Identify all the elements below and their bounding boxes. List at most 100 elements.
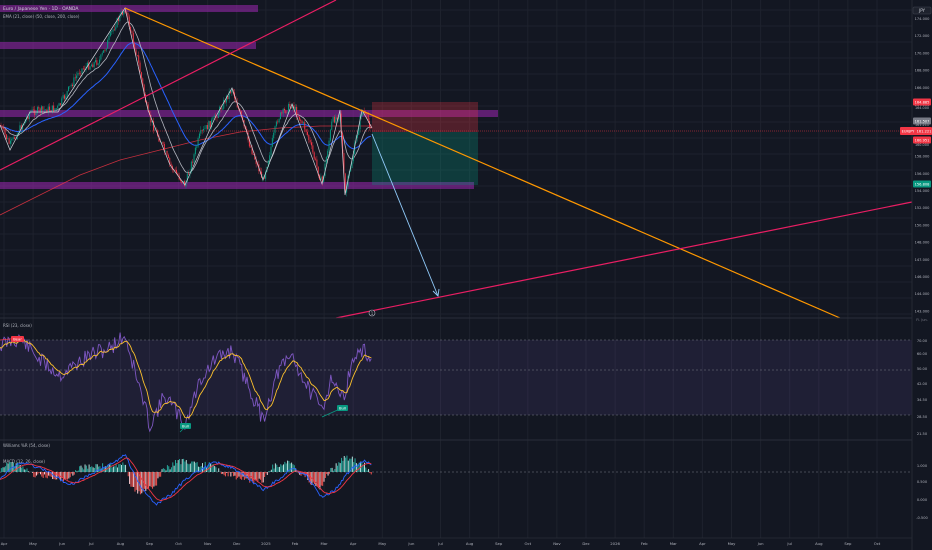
candle[interactable] [53, 105, 55, 112]
candle[interactable] [68, 86, 69, 92]
candle[interactable] [139, 62, 141, 73]
candle[interactable] [306, 131, 308, 135]
candle[interactable] [284, 108, 285, 111]
position-target-zone[interactable] [372, 132, 478, 185]
chart-workspace[interactable]: 1 Euro / Japanese Yen · 1D · OANDA EMA (… [0, 0, 932, 550]
candle[interactable] [282, 108, 284, 114]
candle[interactable] [302, 122, 304, 124]
candle[interactable] [333, 116, 335, 123]
candle[interactable] [109, 32, 111, 37]
candle[interactable] [101, 52, 103, 55]
candle[interactable] [57, 105, 59, 109]
candle[interactable] [66, 91, 68, 97]
candle[interactable] [49, 106, 51, 111]
candle[interactable] [111, 31, 113, 33]
candle[interactable] [328, 140, 330, 151]
candle[interactable] [279, 112, 281, 120]
candle[interactable] [162, 142, 164, 144]
candle[interactable] [35, 113, 37, 116]
candle[interactable] [115, 27, 117, 30]
candle[interactable] [304, 122, 306, 130]
candle[interactable] [358, 129, 360, 135]
candle[interactable] [127, 12, 129, 17]
candle[interactable] [205, 125, 207, 129]
candle[interactable] [45, 109, 47, 111]
candle[interactable] [198, 133, 200, 139]
candle[interactable] [271, 138, 273, 147]
candle[interactable] [188, 173, 190, 175]
candle[interactable] [43, 109, 45, 111]
candle[interactable] [140, 72, 142, 79]
candle[interactable] [203, 128, 204, 131]
candle[interactable] [31, 109, 33, 112]
candle[interactable] [73, 77, 75, 87]
candle[interactable] [136, 55, 138, 56]
candle[interactable] [74, 77, 76, 79]
candle[interactable] [193, 154, 195, 163]
candle[interactable] [332, 116, 334, 122]
candle[interactable] [11, 138, 13, 141]
candle[interactable] [277, 121, 279, 123]
candle[interactable] [312, 145, 314, 153]
ema-legend[interactable]: EMA (21, close) (50, close, 200, close) [3, 14, 80, 19]
candle[interactable] [212, 117, 214, 120]
candle[interactable] [274, 126, 276, 133]
candle[interactable] [123, 10, 125, 15]
candle[interactable] [90, 64, 92, 67]
candle[interactable] [305, 129, 307, 132]
candle[interactable] [252, 154, 254, 155]
candle[interactable] [103, 50, 105, 53]
candle[interactable] [100, 54, 102, 60]
candle[interactable] [196, 146, 198, 148]
candle[interactable] [204, 128, 206, 130]
candle[interactable] [207, 125, 209, 130]
candle[interactable] [278, 119, 280, 123]
candle[interactable] [41, 106, 42, 113]
candle[interactable] [92, 64, 94, 68]
candle[interactable] [96, 60, 98, 65]
candle[interactable] [201, 130, 203, 131]
candle[interactable] [275, 121, 277, 127]
candle[interactable] [365, 113, 366, 114]
candle[interactable] [61, 98, 63, 105]
candle[interactable] [325, 156, 327, 164]
symbol-title[interactable]: Euro / Japanese Yen · 1D · OANDA [3, 6, 79, 12]
candle[interactable] [112, 29, 114, 32]
candle[interactable] [297, 116, 299, 117]
candle[interactable] [70, 84, 72, 86]
candle[interactable] [294, 106, 296, 110]
candle[interactable] [320, 176, 322, 180]
candle[interactable] [82, 68, 84, 70]
candle[interactable] [12, 137, 14, 139]
candle[interactable] [59, 103, 61, 105]
candle[interactable] [78, 72, 80, 74]
candle[interactable] [97, 63, 99, 65]
candle[interactable] [138, 55, 140, 63]
candle[interactable] [301, 120, 303, 124]
candle[interactable] [208, 121, 210, 130]
candle[interactable] [221, 108, 223, 110]
candle[interactable] [80, 73, 82, 75]
candle[interactable] [69, 85, 71, 87]
candle[interactable] [281, 112, 283, 114]
candle[interactable] [327, 150, 329, 157]
currency-badge[interactable]: JPY [912, 6, 932, 15]
candle[interactable] [7, 138, 9, 140]
candle[interactable] [309, 139, 311, 143]
candle[interactable] [95, 60, 96, 63]
candle[interactable] [154, 129, 156, 131]
candle[interactable] [81, 68, 83, 74]
candle[interactable] [270, 146, 272, 156]
candle[interactable] [315, 158, 317, 160]
candle[interactable] [286, 112, 288, 114]
candle[interactable] [308, 134, 310, 140]
candle[interactable] [209, 121, 211, 128]
candle[interactable] [217, 113, 219, 119]
candle[interactable] [58, 103, 60, 106]
candle[interactable] [76, 75, 78, 79]
candle[interactable] [9, 140, 11, 144]
candle[interactable] [289, 103, 291, 107]
candle[interactable] [50, 110, 52, 112]
candle[interactable] [55, 108, 57, 109]
position-stop-zone[interactable] [372, 102, 478, 132]
